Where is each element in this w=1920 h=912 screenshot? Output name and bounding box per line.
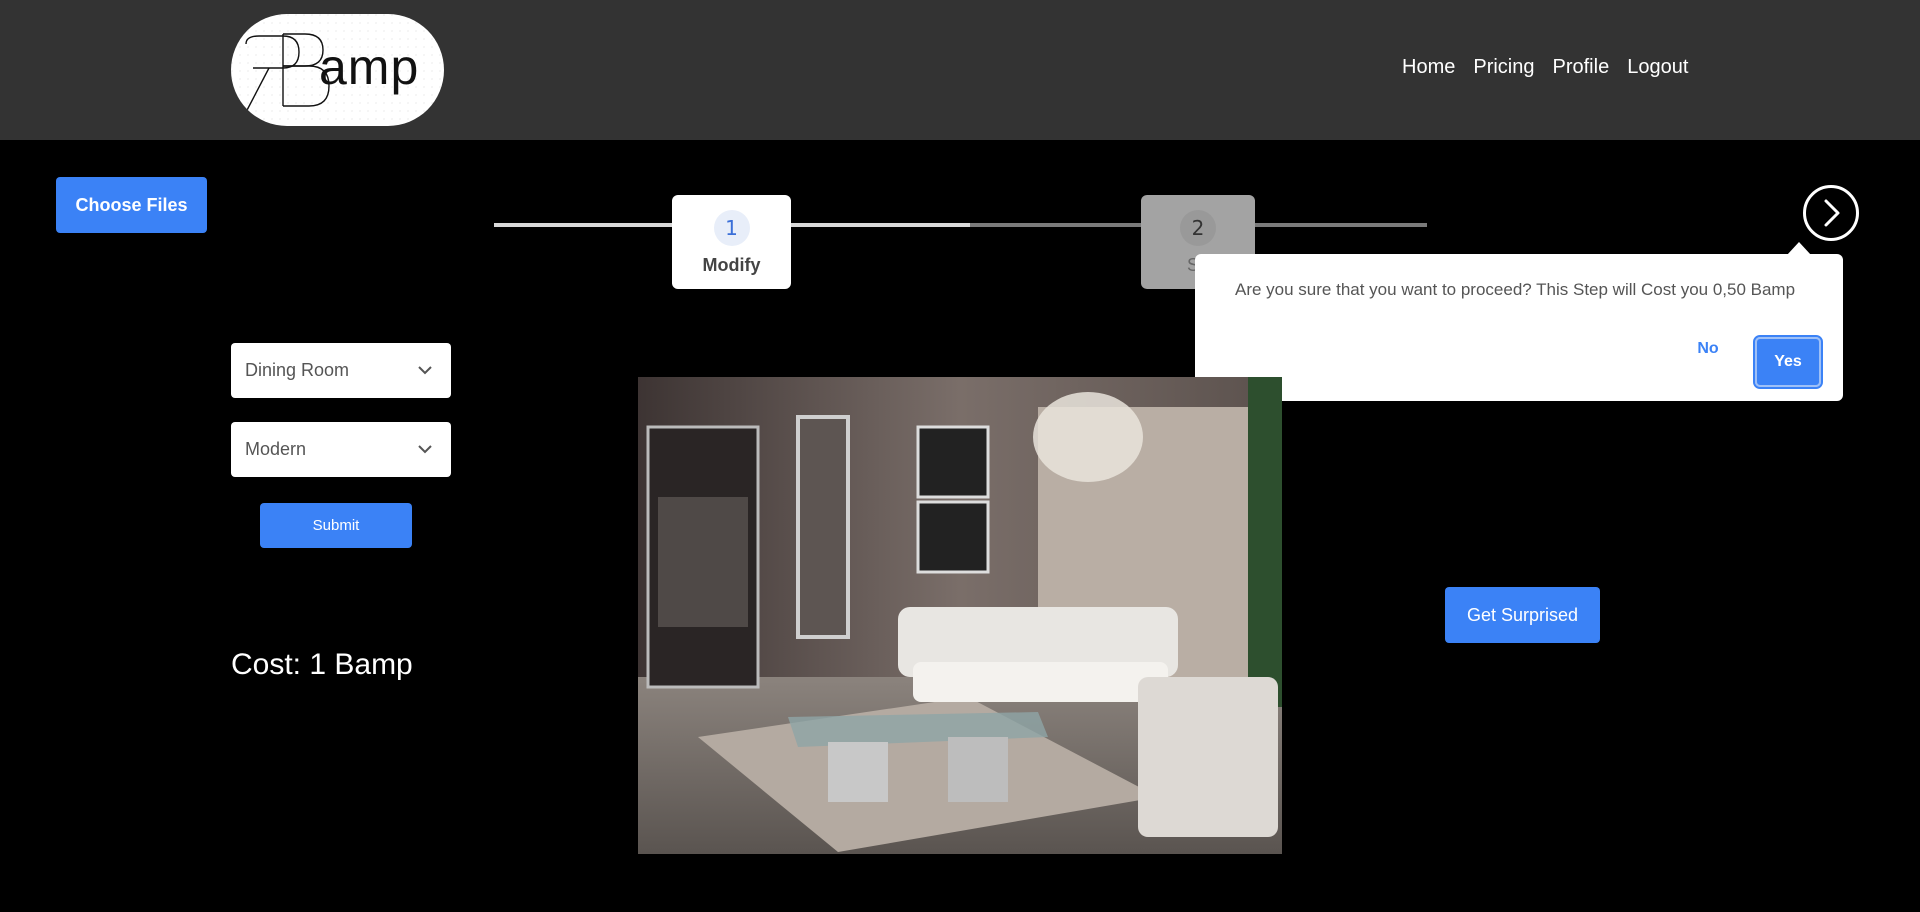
style-select[interactable]: Modern [231, 422, 451, 477]
chevron-right-icon [1824, 199, 1840, 227]
chevron-down-icon [418, 445, 432, 454]
nav-home-link[interactable]: Home [1402, 56, 1455, 79]
confirm-message: Are you sure that you want to proceed? T… [1235, 280, 1796, 299]
room-type-select[interactable]: Dining Room [231, 343, 451, 398]
main-nav: Home Pricing Profile Logout [1402, 56, 1688, 79]
confirm-popover: Are you sure that you want to proceed? T… [1195, 254, 1843, 401]
room-photo-placeholder [638, 377, 1282, 854]
next-step-button[interactable] [1803, 185, 1859, 241]
confirm-no-button[interactable]: No [1683, 330, 1733, 368]
top-navbar: amp Home Pricing Profile Logout [0, 0, 1920, 140]
logo-text: amp [319, 39, 420, 95]
bamp-logo[interactable]: amp [231, 14, 444, 126]
room-type-value: Dining Room [245, 360, 350, 380]
nav-logout-link[interactable]: Logout [1627, 56, 1688, 79]
get-surprised-button[interactable]: Get Surprised [1445, 587, 1600, 643]
cost-label: Cost: 1 Bamp [231, 648, 413, 681]
step-label: Modify [702, 255, 761, 275]
nav-profile-link[interactable]: Profile [1553, 56, 1610, 79]
choose-files-button[interactable]: Choose Files [56, 177, 207, 233]
chevron-down-icon [418, 366, 432, 375]
confirm-yes-button[interactable]: Yes [1753, 335, 1823, 389]
style-value: Modern [245, 439, 307, 459]
room-image [638, 377, 1282, 854]
submit-button[interactable]: Submit [260, 503, 412, 548]
step-number: 2 [1180, 210, 1216, 246]
nav-pricing-link[interactable]: Pricing [1473, 56, 1534, 79]
step-modify[interactable]: 1 Modify [672, 195, 791, 289]
step-number: 1 [713, 210, 750, 246]
